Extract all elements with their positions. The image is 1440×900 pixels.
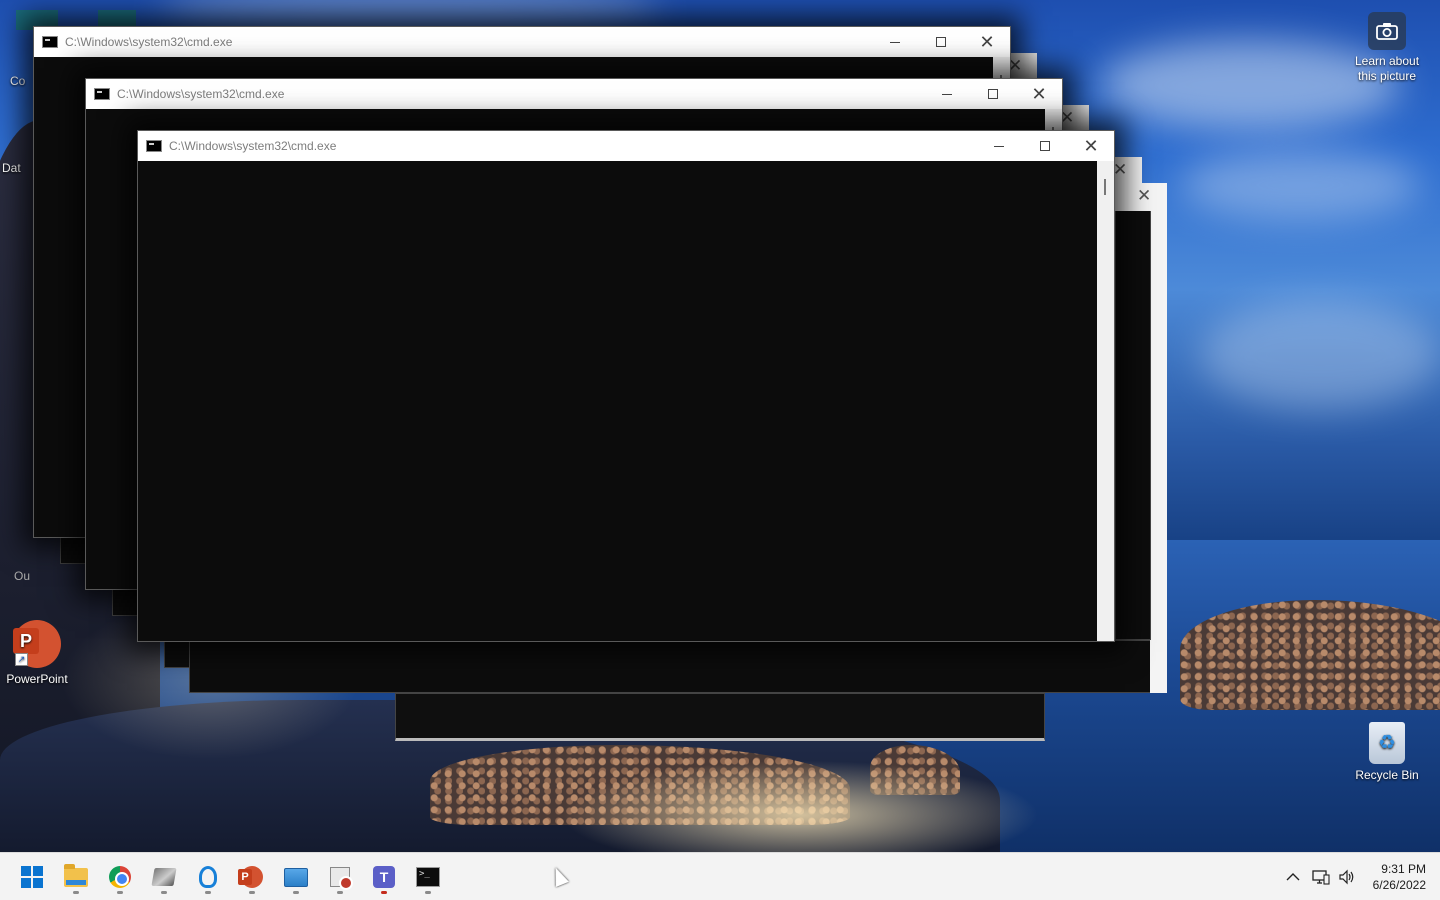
folder-icon (64, 863, 88, 887)
console-window[interactable]: C:\Windows\system32\cmd.exe ✕ (137, 130, 1115, 642)
learn-about-label: Learn about this picture (1347, 54, 1427, 84)
desktop-icon-partial-label: Ou (14, 569, 31, 583)
taskbar-remote-desktop[interactable] (276, 859, 316, 895)
recycle-bin-desktop-icon[interactable]: Recycle Bin (1347, 722, 1427, 783)
window-titlebar[interactable]: C:\Windows\system32\cmd.exe ✕ (86, 79, 1062, 109)
minimize-icon (942, 93, 952, 95)
recycle-bin-label: Recycle Bin (1355, 768, 1419, 782)
window-ghost (1150, 183, 1167, 693)
learn-about-line1: Learn about (1354, 54, 1420, 68)
close-icon: ✕ (1031, 83, 1047, 104)
close-icon: ✕ (1083, 135, 1099, 156)
minimize-button[interactable] (924, 79, 970, 109)
maximize-button[interactable] (970, 79, 1016, 109)
minimize-button[interactable] (872, 27, 918, 57)
speaker-icon (1339, 869, 1354, 885)
show-hidden-icons-button[interactable] (1282, 853, 1304, 900)
window-title: C:\Windows\system32\cmd.exe (169, 139, 337, 153)
powerpoint-shortcut-icon[interactable]: P ↗ PowerPoint (0, 620, 77, 687)
minimize-icon (890, 41, 900, 43)
network-icon (1312, 870, 1330, 885)
lightbulb-icon (199, 866, 217, 888)
maximize-button[interactable] (1022, 131, 1068, 161)
taskbar-powerpoint[interactable] (232, 859, 272, 895)
window-ghost (395, 693, 1045, 741)
maximize-icon (988, 89, 998, 99)
taskbar-file-explorer[interactable] (56, 859, 96, 895)
camera-icon (1368, 12, 1406, 50)
taskbar-command-prompt[interactable] (408, 859, 448, 895)
window-titlebar[interactable]: C:\Windows\system32\cmd.exe ✕ (34, 27, 1010, 57)
cmd-icon (42, 36, 58, 48)
window-ghost (189, 640, 1151, 693)
close-button[interactable]: ✕ (1016, 79, 1062, 109)
powerpoint-label: PowerPoint (6, 672, 68, 686)
minimize-button[interactable] (976, 131, 1022, 161)
window-titlebar[interactable]: C:\Windows\system32\cmd.exe ✕ (138, 131, 1114, 161)
taskbar-teams[interactable]: T (364, 859, 404, 895)
close-icon: ✕ (1113, 160, 1128, 179)
volume-button[interactable] (1336, 853, 1358, 900)
recycle-bin-icon (1369, 722, 1405, 764)
network-button[interactable] (1310, 853, 1332, 900)
minimize-icon (994, 145, 1004, 147)
teams-icon: T (373, 866, 395, 888)
clock-date: 6/26/2022 (1372, 878, 1426, 892)
clock-time: 9:31 PM (1381, 862, 1426, 876)
learn-about-picture-icon[interactable]: Learn about this picture (1347, 12, 1427, 84)
powerpoint-icon: P ↗ (13, 620, 61, 668)
window-title: C:\Windows\system32\cmd.exe (117, 87, 285, 101)
taskbar-chrome[interactable] (100, 859, 140, 895)
vertical-scrollbar[interactable] (1097, 161, 1114, 641)
window-title: C:\Windows\system32\cmd.exe (65, 35, 233, 49)
maximize-button[interactable] (918, 27, 964, 57)
close-icon: ✕ (1137, 186, 1152, 205)
start-button[interactable] (12, 859, 52, 895)
windows-start-icon (21, 866, 43, 888)
powerpoint-icon (238, 866, 263, 888)
cmd-icon (416, 867, 440, 887)
cmd-icon (94, 88, 110, 100)
taskbar-tips-app[interactable] (188, 859, 228, 895)
desktop-icon-partial-label: Dat (2, 161, 21, 175)
learn-about-line2: this picture (1357, 69, 1417, 83)
cmd-icon (146, 140, 162, 152)
desktop-icon-partial-label: Co (10, 74, 26, 88)
window-ghost (1115, 210, 1151, 640)
taskbar: T 9:31 PM 6/26/2022 (0, 852, 1440, 900)
scrollbar-thumb[interactable] (1104, 179, 1106, 195)
chevron-up-icon (1286, 873, 1300, 881)
image-icon (330, 867, 353, 890)
taskbar-tool-app[interactable] (144, 859, 184, 895)
tool-icon (151, 868, 177, 886)
shortcut-arrow-icon: ↗ (15, 653, 28, 666)
close-icon: ✕ (979, 31, 995, 52)
chrome-icon (109, 866, 131, 888)
maximize-icon (1040, 141, 1050, 151)
clock[interactable]: 9:31 PM 6/26/2022 (1373, 861, 1426, 893)
close-button[interactable]: ✕ (1068, 131, 1114, 161)
remote-desktop-icon (284, 867, 308, 887)
maximize-icon (936, 37, 946, 47)
close-button[interactable]: ✕ (964, 27, 1010, 57)
taskbar-image-app[interactable] (320, 859, 360, 895)
